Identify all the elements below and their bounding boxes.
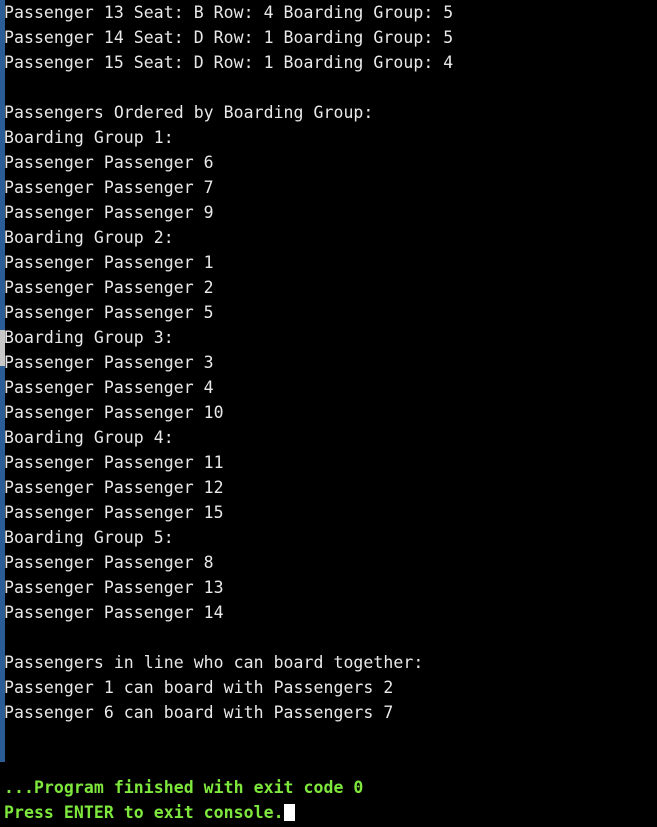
console-line: Passenger 1 can board with Passengers 2 bbox=[4, 678, 394, 697]
console-line: Boarding Group 4: bbox=[4, 428, 174, 447]
console-line: Passenger Passenger 9 bbox=[4, 203, 214, 222]
console-line: Passenger Passenger 2 bbox=[4, 278, 214, 297]
console-line: Passenger Passenger 7 bbox=[4, 178, 214, 197]
console-line: Passenger Passenger 12 bbox=[4, 478, 224, 497]
console-line: Passenger 6 can board with Passengers 7 bbox=[4, 703, 394, 722]
console-line: Passenger 13 Seat: B Row: 4 Boarding Gro… bbox=[4, 3, 454, 22]
console-output: Passenger 13 Seat: B Row: 4 Boarding Gro… bbox=[4, 0, 657, 827]
console-line: Passenger Passenger 13 bbox=[4, 578, 224, 597]
console-line: Passenger 14 Seat: D Row: 1 Boarding Gro… bbox=[4, 28, 454, 47]
console-line: Passenger Passenger 3 bbox=[4, 353, 214, 372]
console-line: Passenger 15 Seat: D Row: 1 Boarding Gro… bbox=[4, 53, 454, 72]
console-line: Boarding Group 5: bbox=[4, 528, 174, 547]
text-cursor bbox=[283, 804, 295, 821]
console-line: Passenger Passenger 4 bbox=[4, 378, 214, 397]
console-line: Passenger Passenger 5 bbox=[4, 303, 214, 322]
console-line: Boarding Group 2: bbox=[4, 228, 174, 247]
console-line: Passenger Passenger 6 bbox=[4, 153, 214, 172]
console-status-line: ...Program finished with exit code 0 bbox=[4, 778, 364, 797]
console-line: Passenger Passenger 1 bbox=[4, 253, 214, 272]
console-line: Boarding Group 3: bbox=[4, 328, 174, 347]
console-line: Passengers in line who can board togethe… bbox=[4, 653, 424, 672]
console-line: Passenger Passenger 8 bbox=[4, 553, 214, 572]
console-status-line: Press ENTER to exit console. bbox=[4, 800, 657, 825]
console-line: Passengers Ordered by Boarding Group: bbox=[4, 103, 374, 122]
console-line: Passenger Passenger 15 bbox=[4, 503, 224, 522]
console-line: Passenger Passenger 11 bbox=[4, 453, 224, 472]
console-line: Passenger Passenger 10 bbox=[4, 403, 224, 422]
console-window: Passenger 13 Seat: B Row: 4 Boarding Gro… bbox=[0, 0, 657, 827]
console-line: Boarding Group 1: bbox=[4, 128, 174, 147]
console-line: Passenger Passenger 14 bbox=[4, 603, 224, 622]
